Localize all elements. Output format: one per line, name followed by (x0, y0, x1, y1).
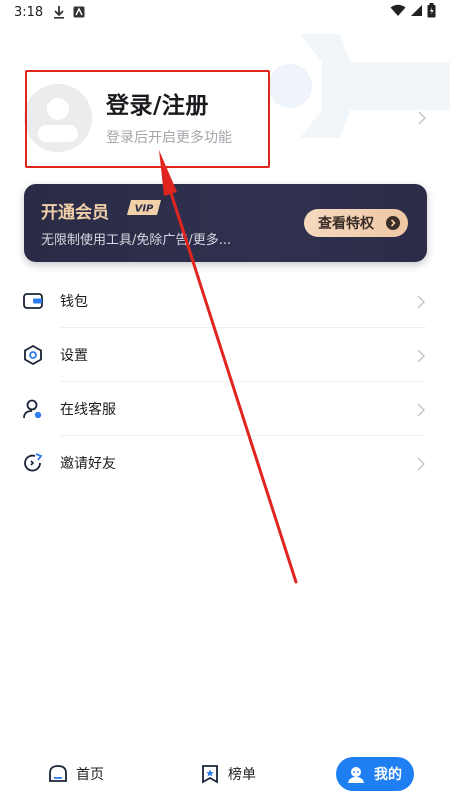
login-subtitle: 登录后开启更多功能 (106, 130, 232, 146)
menu-label: 钱包 (60, 294, 88, 310)
nav-mine[interactable]: 我的 (336, 757, 414, 791)
chevron-right-icon (417, 294, 426, 313)
menu-item-customer-service[interactable]: 在线客服 (0, 382, 450, 436)
vip-description: 无限制使用工具/免除广告/更多... (41, 233, 232, 248)
menu-label: 设置 (60, 348, 88, 364)
notification-app-icon (73, 6, 85, 18)
nav-ranking[interactable]: 榜单 (200, 758, 256, 790)
nav-label: 榜单 (228, 767, 256, 783)
invite-icon (22, 452, 44, 474)
menu-label: 邀请好友 (60, 456, 116, 472)
chevron-right-icon (417, 456, 426, 475)
ranking-icon (200, 764, 220, 784)
profile-login-section[interactable]: 登录/注册 登录后开启更多功能 (20, 70, 430, 168)
nav-label: 我的 (374, 767, 402, 783)
status-bar: 3:18 (0, 0, 450, 24)
vip-title: 开通会员 (41, 203, 109, 223)
view-privileges-label: 查看特权 (318, 216, 374, 232)
chevron-right-icon (418, 110, 427, 129)
profile-icon (346, 764, 366, 784)
wallet-icon (22, 290, 44, 312)
chevron-right-icon (417, 402, 426, 421)
chevron-right-icon (417, 348, 426, 367)
vip-membership-card[interactable]: 开通会员 VIP 无限制使用工具/免除广告/更多... 查看特权 (24, 184, 427, 262)
bottom-navigation: 首页 榜单 我的 (0, 750, 450, 800)
default-avatar-icon (24, 84, 92, 152)
settings-icon (22, 344, 44, 366)
settings-menu: 钱包 设置 在线客服 邀请好友 (0, 274, 450, 490)
avatar[interactable] (24, 84, 92, 152)
nav-label: 首页 (76, 767, 104, 783)
login-register-title[interactable]: 登录/注册 (106, 86, 209, 120)
customer-service-icon (22, 398, 44, 420)
menu-item-invite-friends[interactable]: 邀请好友 (0, 436, 450, 490)
battery-icon (427, 2, 436, 22)
menu-item-wallet[interactable]: 钱包 (0, 274, 450, 328)
download-icon (53, 5, 65, 19)
menu-item-settings[interactable]: 设置 (0, 328, 450, 382)
svg-text:VIP: VIP (135, 204, 154, 215)
vip-badge-icon: VIP (127, 200, 161, 215)
view-privileges-button[interactable]: 查看特权 (304, 209, 408, 237)
menu-label: 在线客服 (60, 402, 116, 418)
arrow-right-icon (386, 216, 400, 230)
signal-icon (410, 4, 423, 21)
status-time: 3:18 (14, 4, 44, 20)
home-icon (48, 764, 68, 784)
wifi-icon (390, 4, 406, 21)
nav-home[interactable]: 首页 (48, 758, 104, 790)
